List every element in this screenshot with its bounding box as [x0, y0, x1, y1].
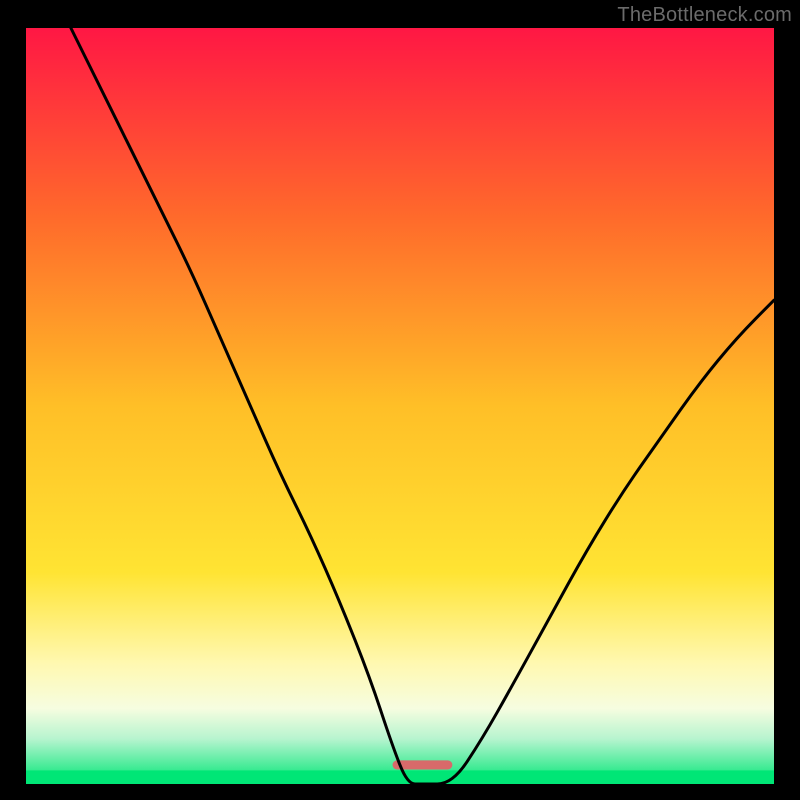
green-baseline-band — [26, 770, 774, 784]
plot-area — [26, 28, 774, 784]
chart-root: TheBottleneck.com — [0, 0, 800, 800]
gradient-background — [26, 28, 774, 784]
chart-canvas — [0, 0, 800, 800]
watermark-text: TheBottleneck.com — [617, 4, 792, 27]
